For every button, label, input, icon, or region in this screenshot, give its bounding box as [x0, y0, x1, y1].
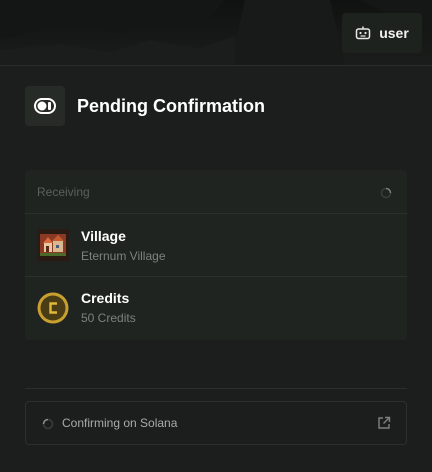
village-image — [37, 229, 69, 261]
item-subtitle: Eternum Village — [81, 248, 166, 263]
page-title: Pending Confirmation — [77, 95, 265, 116]
loading-spinner-icon — [380, 186, 392, 198]
transaction-status: Confirming on Solana — [25, 401, 407, 445]
status-text: Confirming on Solana — [62, 416, 178, 430]
item-name: Credits — [81, 290, 130, 306]
external-link-icon[interactable] — [377, 416, 391, 430]
robot-icon — [355, 26, 371, 40]
list-item-credits: Credits 50 Credits — [25, 276, 407, 338]
list-item-village: Village Eternum Village — [25, 214, 407, 276]
banner-divider — [0, 65, 432, 66]
section-divider — [25, 388, 407, 389]
receiving-title: Receiving — [37, 184, 90, 199]
credits-coin-icon — [37, 292, 69, 324]
pending-toggle-icon — [25, 86, 65, 126]
user-button-label: user — [379, 25, 409, 41]
user-account-button[interactable]: user — [342, 13, 422, 53]
receiving-header: Receiving — [25, 170, 407, 214]
loading-spinner-icon — [42, 417, 54, 430]
page-header: Pending Confirmation — [25, 86, 265, 126]
item-subtitle: 50 Credits — [81, 311, 136, 325]
item-name: Village — [81, 227, 126, 244]
receiving-card: Receiving Village Eternum Village Credit… — [25, 170, 407, 340]
